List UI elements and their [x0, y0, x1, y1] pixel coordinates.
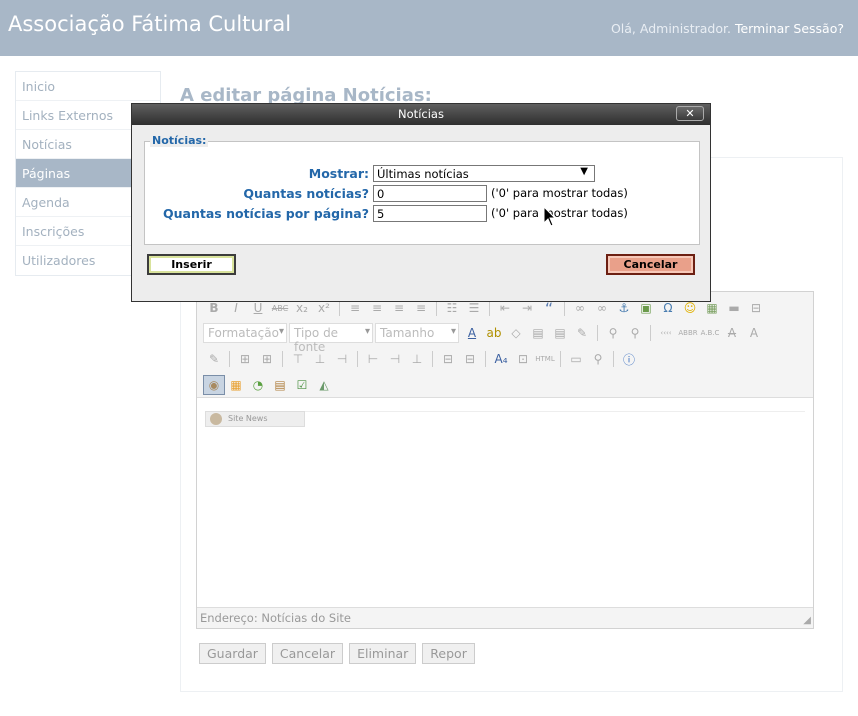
sidebar-item-inicio[interactable]: Inicio	[16, 72, 160, 101]
toolbar-separator	[564, 300, 565, 316]
row-before-icon[interactable]: ⊤	[287, 349, 309, 369]
greeting-text: Olá, Administrador.	[610, 21, 731, 36]
per-page-label: Quantas notícias por página?	[163, 205, 369, 221]
save-button[interactable]: Guardar	[199, 643, 266, 664]
html-source-icon[interactable]: HTML	[534, 349, 556, 369]
citation-icon[interactable]: ‹‹‹‹	[655, 323, 677, 343]
editor-path: Endereço: Notícias do Site	[200, 611, 351, 625]
count-hint: ('0' para mostrar todas)	[491, 186, 628, 200]
toolbar-separator	[436, 300, 437, 316]
delete-button[interactable]: Eliminar	[349, 643, 417, 664]
toolbar-separator	[339, 300, 340, 316]
text-color-icon[interactable]: A	[461, 323, 483, 343]
replace-icon[interactable]: ⚲	[624, 323, 646, 343]
insert-button[interactable]: Inserir	[147, 254, 236, 275]
count-input[interactable]: 0	[373, 184, 487, 202]
preview-icon[interactable]: ▭	[565, 349, 587, 369]
editor-content[interactable]: Site News	[197, 399, 813, 607]
merge-cells-icon[interactable]: ⊟	[459, 349, 481, 369]
top-header: Associação Fátima Cultural Olá, Administ…	[0, 0, 858, 56]
style-icon[interactable]: A₄	[490, 349, 512, 369]
close-icon[interactable]: ✕	[676, 106, 704, 121]
rich-text-editor: B I U ABC x₂ x² ≡ ≡ ≡ ≡ ☷ ☰ ⇤ ⇥ “ ∞ ∞ ⚓ …	[196, 291, 814, 629]
editor-statusbar: Endereço: Notícias do Site ◢	[197, 607, 813, 628]
news-icon	[210, 413, 222, 425]
zoom-icon[interactable]: ⚲	[587, 349, 609, 369]
site-title: Associação Fátima Cultural	[8, 12, 292, 36]
abbreviation-icon[interactable]: ABBR	[677, 323, 699, 343]
form-plugin-icon[interactable]: ☑	[291, 375, 313, 395]
calendar-plugin-icon[interactable]: ▤	[269, 375, 291, 395]
edit-styles-icon[interactable]: ✎	[203, 349, 225, 369]
chevron-down-icon: ▼	[580, 165, 588, 177]
toolbar-separator	[357, 351, 358, 367]
acronym-icon[interactable]: A.B.C	[699, 323, 721, 343]
dialog-title: Notícias	[398, 107, 444, 121]
per-page-hint: ('0' para mostrar todas)	[491, 206, 628, 220]
toolbar-separator	[229, 351, 230, 367]
news-dialog: Notícias ✕ Mostrar: Últimas notícias ▼ Q…	[131, 103, 711, 302]
reset-button[interactable]: Repor	[422, 643, 475, 664]
col-after-icon[interactable]: ⊣	[384, 349, 406, 369]
toolbar-row-4: ◉ ▦ ◔ ▤ ☑ ◭	[203, 374, 335, 396]
delete-mark-icon[interactable]: A	[721, 323, 743, 343]
toolbar-separator	[597, 325, 598, 341]
delete-row-icon[interactable]: ⊣	[331, 349, 353, 369]
col-before-icon[interactable]: ⊢	[362, 349, 384, 369]
toolbar-separator	[650, 325, 651, 341]
page-break-icon[interactable]: ⊟	[745, 298, 767, 318]
cancel-form-button[interactable]: Cancelar	[271, 643, 344, 664]
help-icon[interactable]: ⓘ	[618, 349, 640, 369]
horizontal-rule-icon[interactable]: ▬	[723, 298, 745, 318]
show-row: Mostrar: Últimas notícias ▼	[145, 164, 595, 182]
gallery-plugin-icon[interactable]: ▦	[225, 375, 247, 395]
dialog-title-bar[interactable]: Notícias ✕	[132, 104, 710, 125]
user-greeting: Olá, Administrador. Terminar Sessão?	[611, 21, 844, 36]
toolbar-row-2: Formatação Tipo de fonte Tamanho A ab ◇ …	[203, 322, 765, 354]
show-label: Mostrar:	[308, 165, 369, 181]
dialog-cancel-button[interactable]: Cancelar	[606, 254, 695, 275]
form-actions: Guardar Cancelar Eliminar Repor	[199, 643, 475, 664]
toolbar-separator	[489, 300, 490, 316]
show-select[interactable]: Últimas notícias ▼	[373, 164, 595, 182]
clean-format-icon[interactable]: ✎	[571, 323, 593, 343]
toolbar-separator	[282, 351, 283, 367]
paste-word-icon[interactable]: ▤	[549, 323, 571, 343]
toolbar-separator	[485, 351, 486, 367]
logout-link[interactable]: Terminar Sessão?	[735, 21, 844, 36]
toolbar-separator	[560, 351, 561, 367]
toolbar-row-3: ✎ ⊞ ⊞ ⊤ ⊥ ⊣ ⊢ ⊣ ⊥ ⊟ ⊟ A₄ ⊡ HTML ▭ ⚲ ⓘ	[203, 348, 640, 370]
chart-plugin-icon[interactable]: ◔	[247, 375, 269, 395]
site-news-label: Site News	[228, 414, 268, 423]
delete-col-icon[interactable]: ⊥	[406, 349, 428, 369]
news-plugin-icon[interactable]: ◉	[203, 375, 225, 395]
eraser-icon[interactable]: ◇	[505, 323, 527, 343]
size-select[interactable]: Tamanho	[375, 323, 459, 343]
find-icon[interactable]: ⚲	[602, 323, 624, 343]
news-fieldset: Mostrar: Últimas notícias ▼ Quantas notí…	[144, 141, 700, 245]
count-label: Quantas notícias?	[243, 185, 369, 201]
toolbar-separator	[432, 351, 433, 367]
count-row: Quantas notícias? 0 ('0' para mostrar to…	[145, 184, 628, 202]
insert-mark-icon[interactable]: A	[743, 323, 765, 343]
map-plugin-icon[interactable]: ◭	[313, 375, 335, 395]
attribs-icon[interactable]: ⊡	[512, 349, 534, 369]
site-news-placeholder[interactable]: Site News	[205, 411, 305, 427]
editor-toolbar: B I U ABC x₂ x² ≡ ≡ ≡ ≡ ☷ ☰ ⇤ ⇥ “ ∞ ∞ ⚓ …	[197, 292, 813, 398]
split-cells-icon[interactable]: ⊟	[437, 349, 459, 369]
table-props-icon[interactable]: ⊞	[256, 349, 278, 369]
table-icon[interactable]: ⊞	[234, 349, 256, 369]
font-select[interactable]: Tipo de fonte	[289, 323, 373, 354]
per-page-input[interactable]: 5	[373, 204, 487, 222]
paste-text-icon[interactable]: ▤	[527, 323, 549, 343]
fieldset-legend: Notícias:	[150, 134, 209, 147]
toolbar-separator	[613, 351, 614, 367]
highlight-color-icon[interactable]: ab	[483, 323, 505, 343]
show-select-value: Últimas notícias	[377, 166, 469, 181]
resize-grip-icon[interactable]: ◢	[803, 615, 811, 626]
mouse-cursor-icon	[543, 206, 557, 227]
row-after-icon[interactable]: ⊥	[309, 349, 331, 369]
format-select[interactable]: Formatação	[203, 323, 287, 343]
